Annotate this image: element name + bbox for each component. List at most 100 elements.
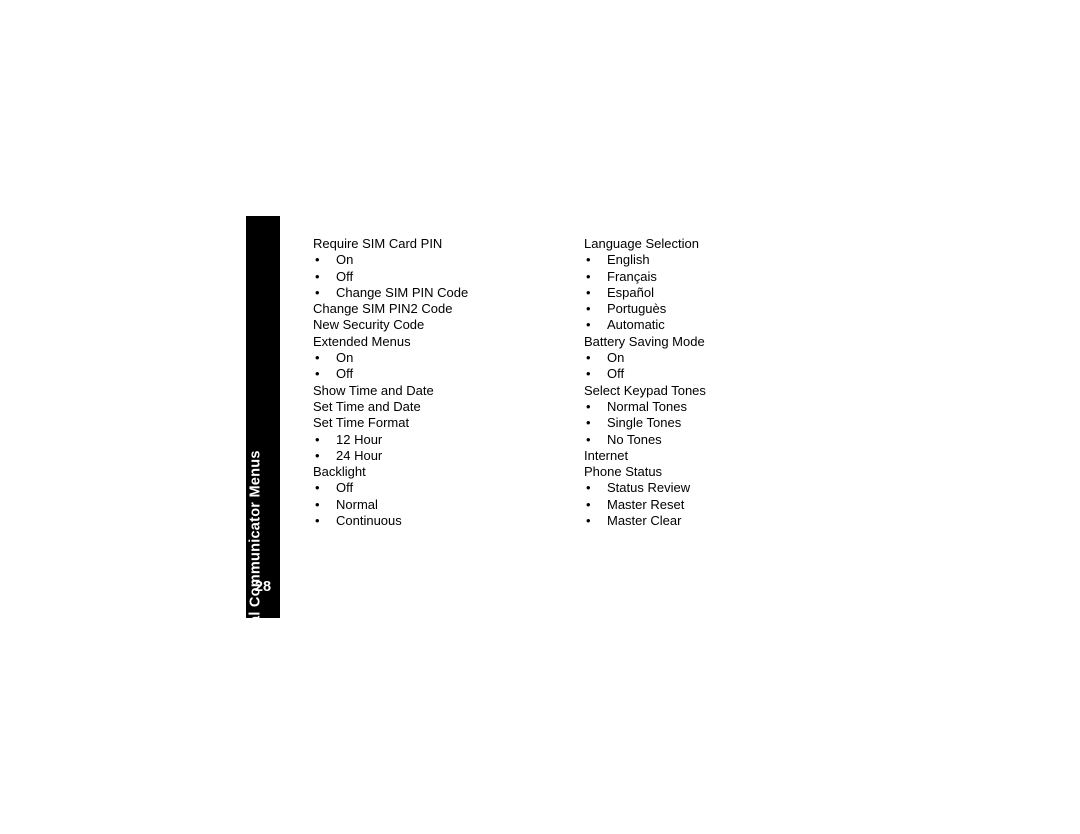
bullet-icon: • [315,268,320,284]
menu-sub-item: • On [313,350,563,366]
menu-item: Require SIM Card PIN [313,236,563,252]
bullet-icon: • [315,350,320,366]
menu-item: Change SIM PIN2 Code [313,301,563,317]
menu-item-label: Phone Status [584,464,663,480]
menu-item-label: Select Keypad Tones [584,382,706,398]
menu-item: Show Time and Date [313,383,563,399]
bullet-icon: • [586,268,591,284]
bullet-icon: • [315,496,320,512]
menu-item-label: Set Time Format [313,415,410,431]
bullet-icon: • [586,350,591,366]
menu-item-label: Master Clear [607,513,682,529]
menu-item: Select Keypad Tones [584,383,834,399]
menu-sub-item: • Master Clear [584,513,834,529]
menu-sub-item: • Single Tones [584,415,834,431]
menu-item-label: English [607,252,650,268]
menu-item-label: Off [336,268,354,284]
menu-sub-item: • Portuguès [584,301,834,317]
menu-column-left: Require SIM Card PIN • On • Off • Change SIM P… [313,236,563,529]
menu-sub-item: • English [584,252,834,268]
menu-sub-item: • Off [313,366,563,382]
menu-item-label: Change SIM PIN Code [336,284,469,300]
bullet-icon: • [586,513,591,529]
menu-list-left: Require SIM Card PIN • On • Off • Change SIM P… [313,236,563,529]
menu-column-right: Language Selection • English • Français • Espa… [584,236,834,529]
bullet-icon: • [586,398,591,414]
menu-item-label: Off [607,366,625,382]
menu-item-label: On [607,350,625,366]
menu-sub-item: • Change SIM PIN Code [313,285,563,301]
menu-item-label: Single Tones [607,415,682,431]
menu-sub-item: • 12 Hour [313,432,563,448]
bullet-icon: • [586,252,591,268]
menu-item-label: Set Time and Date [313,398,421,414]
menu-item-label: On [336,252,354,268]
menu-sub-item: • On [313,252,563,268]
bullet-icon: • [315,252,320,268]
menu-item: Internet [584,448,834,464]
menu-item-label: Extended Menus [313,333,411,349]
menu-item-label: No Tones [607,431,662,447]
bullet-icon: • [586,301,591,317]
menu-item-label: Require SIM Card PIN [313,236,443,251]
menu-item: Language Selection [584,236,834,252]
menu-sub-item: • Français [584,269,834,285]
menu-item: Set Time Format [313,415,563,431]
menu-item-label: Off [336,480,354,496]
menu-sub-item: • Automatic [584,317,834,333]
menu-item: Battery Saving Mode [584,334,834,350]
menu-sub-item: • Off [584,366,834,382]
menu-item: New Security Code [313,317,563,333]
menu-item-label: Master Reset [607,496,685,512]
menu-sub-item: • 24 Hour [313,448,563,464]
manual-page: Personal Communicator Menus 28 Require S… [0,0,1080,834]
bullet-icon: • [586,366,591,382]
menu-item-label: Internet [584,447,629,463]
bullet-icon: • [315,431,320,447]
menu-sub-item: • Off [313,480,563,496]
bullet-icon: • [586,415,591,431]
menu-item: Phone Status [584,464,834,480]
menu-sub-item: • Continuous [313,513,563,529]
menu-item-label: Portuguès [607,301,667,317]
bullet-icon: • [586,284,591,300]
bullet-icon: • [315,513,320,529]
side-tab: Personal Communicator Menus 28 [246,216,280,674]
menu-sub-item: • Off [313,269,563,285]
bullet-icon: • [586,480,591,496]
menu-item-label: Français [607,268,657,284]
menu-item: Backlight [313,464,563,480]
menu-item-label: Backlight [313,464,366,480]
menu-item-label: 12 Hour [336,431,383,447]
menu-item: Extended Menus [313,334,563,350]
menu-item-label: Normal [336,496,378,512]
menu-item-label: On [336,350,354,366]
bullet-icon: • [315,284,320,300]
menu-sub-item: • No Tones [584,432,834,448]
menu-sub-item: • Master Reset [584,497,834,513]
bullet-icon: • [315,480,320,496]
menu-sub-item: • On [584,350,834,366]
bullet-icon: • [586,317,591,333]
bullet-icon: • [315,366,320,382]
menu-item-label: Status Review [607,480,691,496]
bullet-icon: • [586,496,591,512]
menu-item-label: Normal Tones [607,398,687,414]
menu-item-label: Continuous [336,513,402,529]
menu-item-label: 24 Hour [336,447,383,463]
menu-item-label: Off [336,366,354,382]
page-number: 28 [254,578,272,595]
menu-sub-item: • Status Review [584,480,834,496]
menu-item-label: Español [607,284,654,300]
bullet-icon: • [586,431,591,447]
menu-item-label: Automatic [607,317,665,333]
bullet-icon: • [315,447,320,463]
menu-item-label: Change SIM PIN2 Code [313,301,453,317]
menu-sub-item: • Español [584,285,834,301]
menu-item: Set Time and Date [313,399,563,415]
menu-list-right: Language Selection • English • Français • Espa… [584,236,834,529]
side-tab-title: Personal Communicator Menus [247,449,264,675]
menu-sub-item: • Normal Tones [584,399,834,415]
menu-item-label: Language Selection [584,236,699,251]
menu-item-label: Battery Saving Mode [584,333,705,349]
